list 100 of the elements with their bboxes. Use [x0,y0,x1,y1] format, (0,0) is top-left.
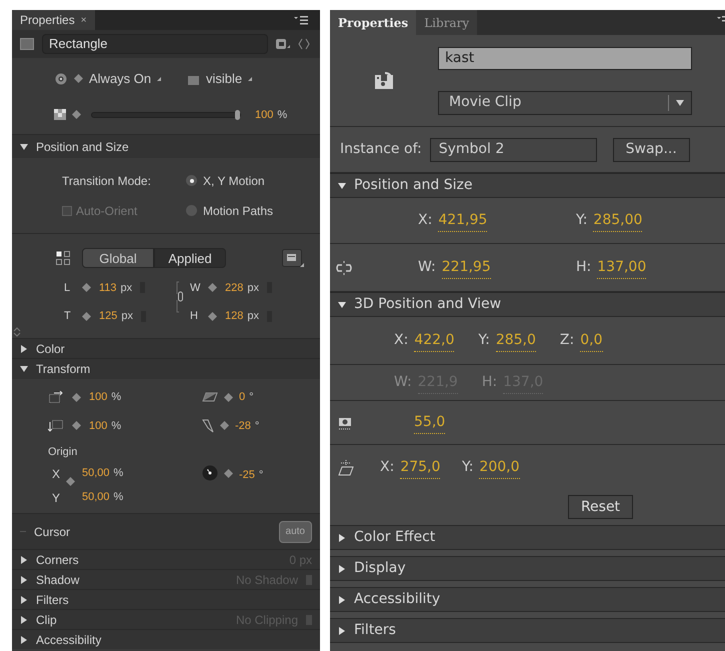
keyframe-diamond-icon[interactable] [72,392,81,402]
collapsed-triangle-icon[interactable] [338,596,346,604]
element-name-field[interactable]: Rectangle [42,34,268,54]
section-header[interactable]: Filters [12,589,320,609]
cursor-button[interactable]: auto [278,520,312,542]
collapsed-triangle-icon[interactable] [20,636,28,644]
panel-tab[interactable]: Properties [330,10,416,35]
scope-toggle[interactable]: Global [82,248,154,268]
keyframe-diamond-icon[interactable] [220,421,229,430]
value-field[interactable]: 128 [225,308,244,324]
expanded-triangle-icon[interactable] [338,182,346,190]
value-field[interactable]: -28 [235,418,251,434]
collapsed-triangle-icon[interactable] [338,564,346,572]
keyframe-diamond-icon[interactable] [72,110,81,120]
section-header[interactable]: Color [12,338,320,358]
keyframe-diamond-icon[interactable] [82,312,91,321]
table-settings-icon[interactable] [282,248,304,266]
section-header[interactable]: 3D Position and View [330,292,725,317]
expanded-triangle-icon[interactable] [20,142,28,150]
value-field[interactable]: 113 [99,280,117,296]
value-field[interactable]: 0,0 [580,330,602,352]
panel-tab[interactable]: Library [416,10,478,35]
code-brackets-icon[interactable] [298,38,312,50]
opacity-slider-thumb[interactable] [235,110,240,120]
collapsed-triangle-icon[interactable] [20,616,28,624]
dropdown-corner-icon[interactable] [248,76,252,81]
reset-button[interactable]: Reset [568,495,633,519]
value-field[interactable]: 100 [89,389,108,406]
keyframe-diamond-icon[interactable] [72,421,81,430]
section-header[interactable]: Position and Size [330,173,725,198]
value-field[interactable]: 421,95 [438,210,488,232]
link-icon[interactable] [176,280,186,314]
close-button[interactable]: × [80,12,87,28]
value-field[interactable]: 100 [89,418,108,434]
expanded-triangle-icon[interactable] [20,365,28,373]
perspective-angle-field[interactable]: 55,0 [414,412,446,434]
keyframe-diamond-icon[interactable] [224,468,233,478]
vanishing-point-icon[interactable] [338,460,354,476]
collapsed-triangle-icon[interactable] [20,556,28,564]
section-header[interactable]: Color Effect [330,525,725,550]
value-field[interactable]: 285,0 [496,330,536,352]
reference-point-icon[interactable] [56,250,70,264]
camera-icon[interactable] [338,416,352,430]
section-header[interactable]: Accessibility [12,629,320,649]
section-header[interactable]: Display [330,556,725,581]
mode-radio[interactable] [186,175,197,186]
class-icon[interactable] [276,38,290,50]
section-header[interactable]: Transform [12,358,320,379]
rotation-dial-icon[interactable] [202,464,218,480]
value-field[interactable]: 228 [225,280,244,296]
collapsed-triangle-icon[interactable] [338,626,346,634]
display-dropdown[interactable]: Always On [89,69,152,88]
value-field[interactable]: 422,0 [414,330,454,352]
value-field[interactable]: 221,95 [442,256,491,278]
dropdown-corner-icon[interactable] [157,76,162,81]
shape-swatch-icon[interactable] [20,38,34,50]
keyframe-diamond-icon[interactable] [82,283,91,292]
symbol-type-dropdown[interactable]: Movie Clip [438,90,692,114]
skew-icon[interactable] [202,392,218,402]
collapsed-triangle-icon[interactable] [338,534,346,542]
value-field[interactable]: 100 [255,106,274,123]
section-header[interactable]: Cursor auto [12,513,320,549]
swap-button[interactable]: Swap... [612,138,690,162]
keyframe-diamond-icon[interactable] [208,312,217,321]
collapsed-triangle-icon[interactable] [20,576,28,584]
opacity-slider[interactable] [91,112,241,118]
resize-handle-icon[interactable] [13,327,21,337]
panel-tab[interactable]: Properties × [12,10,95,30]
broken-link-icon[interactable] [336,260,352,274]
keyframe-diamond-icon[interactable] [74,74,83,84]
value-field[interactable]: 285,00 [593,210,642,232]
value-field[interactable]: 200,0 [479,457,520,479]
rotate-shape-icon[interactable] [202,418,214,433]
keyframe-diamond-icon[interactable] [66,476,75,486]
value-field[interactable]: 137,00 [597,256,646,278]
section-header[interactable]: Accessibility [330,587,725,612]
mode-radio[interactable] [186,205,197,216]
mode-label: Motion Paths [203,202,274,220]
scale-height-icon[interactable] [48,420,64,432]
value-field[interactable]: 0 [239,389,246,406]
symbol-name-field[interactable]: Symbol 2 [430,138,597,162]
value-field[interactable]: 275,0 [400,457,440,479]
eye-icon[interactable] [54,72,68,85]
section-header[interactable]: Filters [330,618,725,643]
collapsed-triangle-icon[interactable] [20,344,28,352]
section-header[interactable]: Position and Size [12,134,320,158]
visibility-dropdown[interactable]: visible [206,69,242,88]
scale-width-icon[interactable] [48,391,64,404]
expanded-triangle-icon[interactable] [338,300,346,308]
value-field[interactable]: 50,00 [82,464,110,481]
value-field[interactable]: 50,00 [82,488,110,505]
panel-menu-icon[interactable] [294,15,308,25]
keyframe-diamond-icon[interactable] [224,392,233,402]
value-field[interactable]: -25 [239,466,255,483]
collapsed-triangle-icon[interactable] [20,596,28,604]
instance-name-field[interactable]: kast [438,46,692,70]
value-field[interactable]: 125 [99,308,118,324]
scope-toggle[interactable]: Applied [154,248,226,268]
keyframe-diamond-icon[interactable] [208,283,217,292]
checkerboard-icon[interactable] [54,109,66,120]
